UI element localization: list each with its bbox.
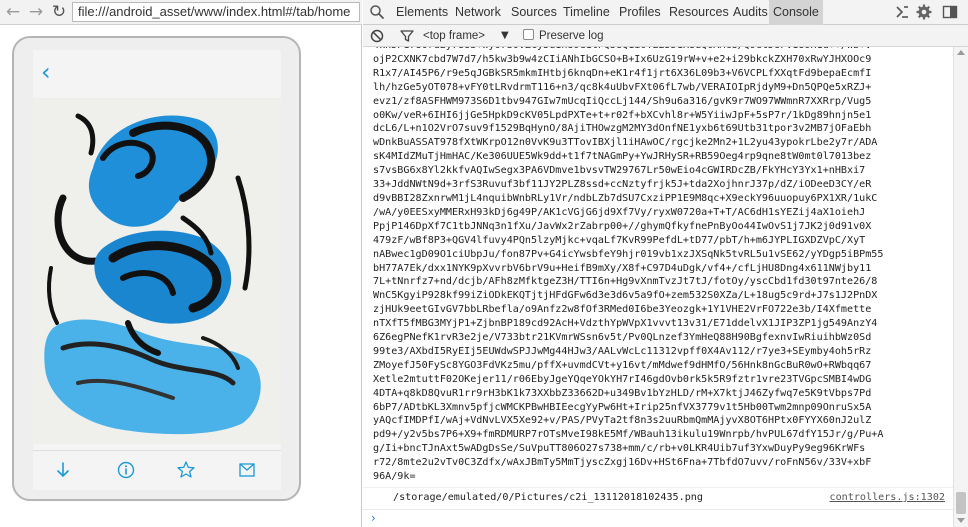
browser-url-bar: ← → ↻ file:///android_asset/www/index.ht…: [0, 0, 362, 25]
prompt-separator: [363, 509, 953, 510]
preserve-log-checkbox[interactable]: Preserve log: [523, 29, 604, 43]
base64-line: zjHUk9eetGIvGV7bbLRbefla/o9Anfz2w8fOf3RM…: [373, 304, 872, 316]
screenshot-root: ← → ↻ file:///android_asset/www/index.ht…: [0, 0, 968, 527]
console-toolbar: <top frame> ▼ Preserve log: [363, 25, 968, 47]
console-scrollbar[interactable]: [953, 47, 968, 527]
base64-line: ojP2CXNK7cbd7W7d7/h5kw3b9w4zCIiANhIbGCSO…: [373, 53, 872, 65]
preserve-log-label: Preserve log: [539, 30, 604, 42]
gear-icon[interactable]: [915, 3, 933, 21]
devtools-tab-bar: Elements Network Sources Timeline Profil…: [363, 0, 968, 25]
base64-line: R1x7/AI45P6/r9e5qJGBkSR5mkmIHtbj6knqDn+e…: [373, 67, 872, 79]
filter-icon[interactable]: [399, 28, 415, 44]
address-input[interactable]: file:///android_asset/www/index.html#/ta…: [72, 2, 360, 22]
chevron-down-icon[interactable]: ▼: [501, 28, 509, 44]
tab-resources[interactable]: Resources: [669, 0, 729, 25]
tab-timeline[interactable]: Timeline: [563, 0, 610, 25]
arrow-left-icon[interactable]: ←: [3, 2, 23, 22]
painting-image: [33, 98, 281, 444]
search-icon[interactable]: [369, 4, 385, 20]
base64-line: 96A/9k=: [373, 471, 416, 483]
log-source-link[interactable]: controllers.js:1302: [830, 491, 945, 505]
info-icon[interactable]: [115, 459, 137, 481]
console-prompt[interactable]: ›: [371, 511, 383, 525]
tab-elements[interactable]: Elements: [396, 0, 448, 25]
painting-image-art: [33, 98, 281, 444]
base64-line: 7L+tNnrfz7+nd/dcjb/AFh8zMfktgeZ3H/TTI6n+…: [373, 276, 878, 288]
star-icon[interactable]: [175, 459, 197, 481]
console-toggle-icon[interactable]: [893, 3, 911, 21]
console-output: 4knJP17U0rd2y78U3+Wy67S0vZCy5u1ns9e1tPQ5…: [363, 47, 953, 527]
devtools-panel: Elements Network Sources Timeline Profil…: [363, 0, 968, 527]
arrow-right-icon[interactable]: →: [26, 2, 46, 22]
base64-line: 99te3/AXbdI5RyEIj5EUWdwSPJJwMg44HJw3/AAL…: [373, 345, 872, 357]
tab-network[interactable]: Network: [455, 0, 501, 25]
base64-line: 479zF/wBf8P3+QGV4lfuvy4PQn5lzyMjkc+vqaLf…: [373, 234, 866, 246]
base64-line: dcL6/L+n1O2VrO7suv9f1529BqHynO/8AjiTHOwz…: [373, 123, 872, 135]
base64-line: g/Ii+bncTJnAxt5wADgDsSe/SuVpuTT806O27s73…: [373, 443, 866, 455]
log-message: /storage/emulated/0/Pictures/c2i_1311201…: [393, 492, 703, 503]
base64-line: s7vsBG6x8Yl2kkfvAQIwSegx3PA6VDmve1bvsvTW…: [373, 165, 866, 177]
base64-line: 4DTA+q8kD8QvuR1rr9rH3bK1k73XXbbZ33662D+u…: [373, 387, 872, 399]
base64-line: wDnkBuASSAT978fXtWKrpO12n0VvK9u3TTovIBXj…: [373, 137, 878, 149]
log-separator: [363, 487, 953, 488]
base64-line: bH77A7Ek/dxx1NYK9pXvvrbV6brV9u+HeifB9mXy…: [373, 262, 872, 274]
base64-line: d9vBBI28ZxnrwM1jL4nquibWnbRLy1Vr/ndbLZb7…: [373, 192, 878, 204]
base64-line: 33+JddNWtN9d+3rfS3Ruvuf3bf11JY2PLZ8ssd+c…: [373, 179, 872, 191]
base64-line: lh/hzGe5yOT078+vFY0tLRvdrmT116+n3/qc8k4u…: [373, 81, 872, 93]
base64-log-output: 4knJP17U0rd2y78U3+Wy67S0vZCy5u1ns9e1tPQ5…: [373, 47, 948, 484]
base64-line: o0Kw/veR+6IHI6jjGe5HpkD9cKV05LpdPXTe+t+r…: [373, 109, 872, 121]
base64-line: ZMoyefJ50FySc8YGO3FdVKz5mu/pffX+uvmdCVt+…: [373, 359, 872, 371]
dock-icon[interactable]: [941, 3, 959, 21]
app-header: ‹: [33, 50, 281, 98]
arrow-down-icon[interactable]: [52, 459, 74, 481]
base64-line: 6bP7/ADtbKL3Xmnv5pfjcWMCKPBwHBIEecgYyPw6…: [373, 401, 872, 413]
checkbox-box[interactable]: [523, 29, 534, 40]
app-screen: ‹: [33, 50, 281, 490]
base64-line: evz1/zf8ASFHWM973S6D1tbv947GIw7mUcqIiQcc…: [373, 95, 872, 107]
base64-line: yAQcfIMDPfI/wAj+VdNvLVX5Xe92+v/PAS/PVyTa…: [373, 415, 872, 427]
reload-icon[interactable]: ↻: [49, 2, 69, 22]
base64-line: sK4MIdZMuTjHmHAC/Ke306UUE5Wk9dd+t1f7tNAG…: [373, 151, 872, 163]
base64-line: pd9+/y2v5bs7P6+X9+fmRDMURP7rOTsMveI98kE5…: [373, 429, 884, 441]
tab-audits[interactable]: Audits: [733, 0, 768, 25]
tab-console[interactable]: Console: [769, 0, 823, 25]
frame-select[interactable]: <top frame>: [423, 28, 485, 44]
base64-line: Xetle2mtuttF02OKejer11/r06EbyJgeYQqeYOkY…: [373, 373, 872, 385]
mail-icon[interactable]: [236, 459, 258, 481]
scroll-thumb[interactable]: [956, 492, 966, 514]
scroll-up-arrow[interactable]: [957, 50, 965, 55]
scroll-down-arrow[interactable]: [957, 518, 965, 523]
tab-profiles[interactable]: Profiles: [619, 0, 661, 25]
base64-line: /wA/y0EESxyMMERxH93kDj6g49P/AK1cVGjG6jd9…: [373, 206, 866, 218]
tab-sources[interactable]: Sources: [511, 0, 557, 25]
base64-line: nTXfT5fMBG3MYjP1+ZjbnBP189cd92AcH+VdzthY…: [373, 318, 878, 330]
clear-console-icon[interactable]: [369, 28, 385, 44]
phone-frame: ‹: [12, 36, 301, 501]
app-toolbar: [33, 450, 281, 490]
chevron-left-icon[interactable]: ‹: [41, 60, 61, 84]
base64-line: r72/8mte2u2vTv0C3Zdfx/wAxJBmTy5MmTjyscZx…: [373, 457, 872, 469]
base64-line: PpjP146DpXf7C1tbJNNq3n1fXu/JavWx2rZabrp0…: [373, 220, 872, 232]
base64-line: 6Z6egPNefK1rvR3e2je/V733btr21KVmrWSsn6v5…: [373, 332, 872, 344]
emulator-pane: ← → ↻ file:///android_asset/www/index.ht…: [0, 0, 362, 527]
base64-line: nABwec1gD09O1ciUbpJu/fon87Pv+G4icYwsbfeY…: [373, 248, 884, 260]
base64-line: WnC5KgyiP928kf99iZiODkEKQTjtjHFdGFw6d3e3…: [373, 290, 878, 302]
